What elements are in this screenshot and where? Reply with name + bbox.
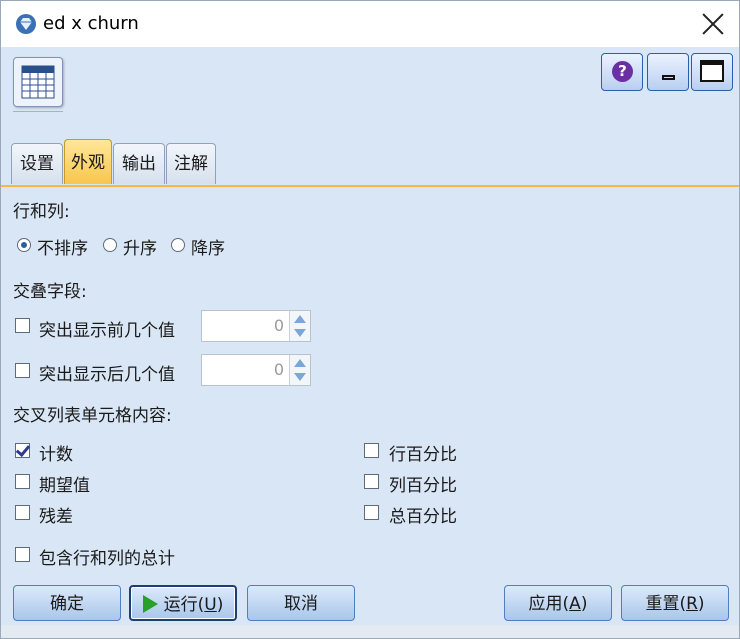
appearance-panel: 行和列: 不排序 升序 降序 交叠字段: 突出显示前几个值 0 突出显示后几个值… bbox=[1, 187, 739, 585]
title-bar: ed x churn bbox=[1, 1, 739, 47]
tab-settings[interactable]: 设置 bbox=[11, 143, 63, 184]
window-title: ed x churn bbox=[43, 13, 139, 34]
include-totals-checkbox[interactable] bbox=[15, 547, 30, 562]
expected-checkbox[interactable] bbox=[15, 474, 30, 489]
overlay-heading: 交叠字段: bbox=[13, 282, 87, 302]
help-button[interactable]: ? bbox=[601, 53, 643, 91]
highlight-top-label: 突出显示前几个值 bbox=[39, 321, 175, 341]
run-button[interactable]: 运行(U) bbox=[129, 585, 237, 621]
radio-ascending-label: 升序 bbox=[123, 239, 157, 259]
column-percent-label: 列百分比 bbox=[389, 476, 457, 496]
play-icon bbox=[142, 595, 158, 613]
tab-label: 输出 bbox=[122, 154, 156, 174]
background-canvas-strip bbox=[1, 625, 739, 638]
cell-contents-heading: 交叉列表单元格内容: bbox=[13, 406, 172, 426]
cancel-button[interactable]: 取消 bbox=[247, 585, 355, 621]
count-checkbox[interactable] bbox=[15, 443, 30, 458]
total-percent-label: 总百分比 bbox=[389, 507, 457, 527]
maximize-button[interactable] bbox=[691, 53, 733, 91]
highlight-bottom-stepper[interactable]: 0 bbox=[201, 354, 311, 386]
radio-descending[interactable] bbox=[171, 238, 185, 252]
table-node-icon bbox=[13, 57, 63, 107]
stepper-buttons bbox=[289, 311, 310, 341]
tab-label: 注解 bbox=[174, 154, 208, 174]
run-label: 运行( bbox=[163, 595, 205, 615]
count-label: 计数 bbox=[39, 445, 73, 465]
dialog-window: ed x churn ? 设置 外观 输出 注解 行和列: 不排序 升序 降序 … bbox=[0, 0, 740, 639]
radio-descending-label: 降序 bbox=[191, 239, 225, 259]
tab-output[interactable]: 输出 bbox=[113, 143, 165, 184]
help-icon: ? bbox=[612, 61, 633, 82]
chevron-down-icon[interactable] bbox=[294, 373, 306, 381]
total-percent-checkbox[interactable] bbox=[364, 505, 379, 520]
run-shortcut: U bbox=[204, 595, 217, 615]
highlight-top-stepper[interactable]: 0 bbox=[201, 310, 311, 342]
tab-appearance[interactable]: 外观 bbox=[64, 139, 112, 184]
highlight-bottom-checkbox[interactable] bbox=[15, 363, 30, 378]
cancel-label: 取消 bbox=[284, 594, 318, 614]
include-totals-label: 包含行和列的总计 bbox=[39, 549, 175, 569]
radio-unsorted[interactable] bbox=[17, 238, 31, 252]
tab-annotation[interactable]: 注解 bbox=[166, 143, 216, 184]
chevron-up-icon[interactable] bbox=[294, 359, 306, 367]
apply-button[interactable]: 应用(A) bbox=[504, 585, 612, 621]
tab-label: 设置 bbox=[20, 154, 54, 174]
residual-label: 残差 bbox=[39, 507, 73, 527]
maximize-icon bbox=[700, 60, 724, 82]
node-header: ? bbox=[1, 47, 739, 141]
reset-button[interactable]: 重置(R) bbox=[621, 585, 729, 621]
reset-label-close: ) bbox=[697, 594, 705, 614]
radio-unsorted-label: 不排序 bbox=[37, 239, 88, 259]
highlight-top-checkbox[interactable] bbox=[15, 318, 30, 333]
apply-label-close: ) bbox=[580, 594, 588, 614]
rows-cols-heading: 行和列: bbox=[13, 202, 70, 222]
chevron-up-icon[interactable] bbox=[294, 315, 306, 323]
run-label-close: ) bbox=[216, 595, 224, 615]
minimize-icon bbox=[662, 75, 675, 80]
row-percent-label: 行百分比 bbox=[389, 445, 457, 465]
expected-label: 期望值 bbox=[39, 476, 90, 496]
highlight-bottom-label: 突出显示后几个值 bbox=[39, 365, 175, 385]
close-icon[interactable] bbox=[701, 12, 725, 36]
chevron-down-icon[interactable] bbox=[294, 329, 306, 337]
radio-ascending[interactable] bbox=[103, 238, 117, 252]
stepper-value: 0 bbox=[273, 360, 284, 379]
residual-checkbox[interactable] bbox=[15, 505, 30, 520]
column-percent-checkbox[interactable] bbox=[364, 474, 379, 489]
ok-button[interactable]: 确定 bbox=[13, 585, 121, 621]
divider bbox=[13, 111, 63, 112]
stepper-buttons bbox=[289, 355, 310, 385]
stepper-value: 0 bbox=[273, 316, 284, 335]
row-percent-checkbox[interactable] bbox=[364, 443, 379, 458]
minimize-button[interactable] bbox=[647, 53, 689, 91]
diamond-icon bbox=[16, 14, 36, 34]
reset-shortcut: R bbox=[686, 594, 698, 614]
tab-label: 外观 bbox=[71, 153, 105, 173]
apply-shortcut: A bbox=[569, 594, 581, 614]
reset-label: 重置( bbox=[645, 594, 687, 614]
apply-label: 应用( bbox=[528, 594, 570, 614]
ok-label: 确定 bbox=[50, 594, 84, 614]
